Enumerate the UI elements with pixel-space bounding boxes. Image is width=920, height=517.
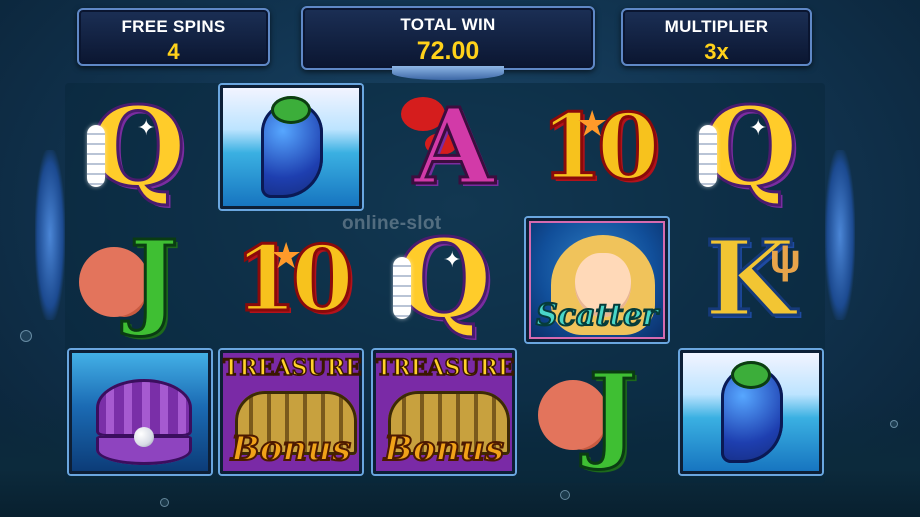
symbol-j: J [128,217,180,340]
starfish-icon: ★ [576,103,609,144]
seahorse-icon [223,88,359,206]
sparkle-icon: ✦ [137,115,156,140]
bubble [890,420,898,428]
reel-1-row-3-symbol-clam [69,350,211,474]
reel-5-row-2-symbol-k: K ψ [677,217,823,341]
total-win-label: TOTAL WIN [400,15,496,34]
reel-5-row-1-symbol-q: Q ✦ [677,85,823,209]
reel-2-row-1-symbol-seahorse [220,85,362,209]
reel-3-row-1-symbol-a: A [371,85,517,209]
clam-icon [72,353,208,471]
symbol-a: A [412,85,496,208]
seahorse-head [731,361,771,389]
starfish-icon: ★ [270,235,303,276]
multiplier-panel: MULTIPLIER 3x [621,8,812,66]
reel-4-row-2-symbol-scatter: Scatter [526,218,668,342]
seahorse-head [271,96,311,124]
pearl-icon [134,427,154,447]
treasure-bonus-icon: TREASURE Bonus [222,353,362,471]
bonus-text: Bonus [383,428,505,470]
bubble [560,490,570,500]
bubble [160,498,169,507]
symbol-j: J [587,350,639,473]
mermaid-scatter-icon: Scatter [529,221,665,339]
shell-ornament [392,66,504,80]
total-win-value: 72.00 [416,37,480,65]
trident-icon: ψ [769,235,801,282]
shell-ornament-left [35,150,65,320]
free-spins-label: FREE SPINS [121,17,226,36]
multiplier-label: MULTIPLIER [664,17,769,36]
bonus-text: Bonus [230,428,352,470]
watermark: online-slot [342,213,442,234]
reel-4-row-3-symbol-j: J [524,350,670,474]
reel-1-row-1-symbol-q: Q ✦ [65,85,211,209]
pearl-necklace-icon [87,125,105,187]
bubble [20,330,32,342]
reel-2-row-3-symbol-bonus: TREASURE Bonus [220,350,362,474]
sparkle-icon: ✦ [749,115,768,140]
reel-3-row-3-symbol-bonus: TREASURE Bonus [373,350,515,474]
treasure-bonus-icon: TREASURE Bonus [375,353,515,471]
free-spins-panel: FREE SPINS 4 [77,8,270,66]
seahorse-icon [683,353,819,471]
treasure-text: TREASURE [222,354,362,382]
reel-2-row-2-symbol-10: 10 ★ [218,217,364,341]
free-spins-value: 4 [167,39,180,64]
reel-1-row-2-symbol-j: J [65,217,211,341]
total-win-panel: TOTAL WIN 72.00 [301,6,595,70]
multiplier-value: 3x [704,39,729,64]
shell-ornament-right [825,150,855,320]
treasure-text: TREASURE [375,354,515,382]
sparkle-icon: ✦ [443,247,462,272]
pearl-necklace-icon [393,257,411,319]
reel-5-row-3-symbol-seahorse [680,350,822,474]
reel-3-row-2-symbol-q: Q ✦ [371,217,517,341]
reel-4-row-1-symbol-10: 10 ★ [524,85,670,209]
pearl-necklace-icon [699,125,717,187]
scatter-text: Scatter [535,297,659,334]
